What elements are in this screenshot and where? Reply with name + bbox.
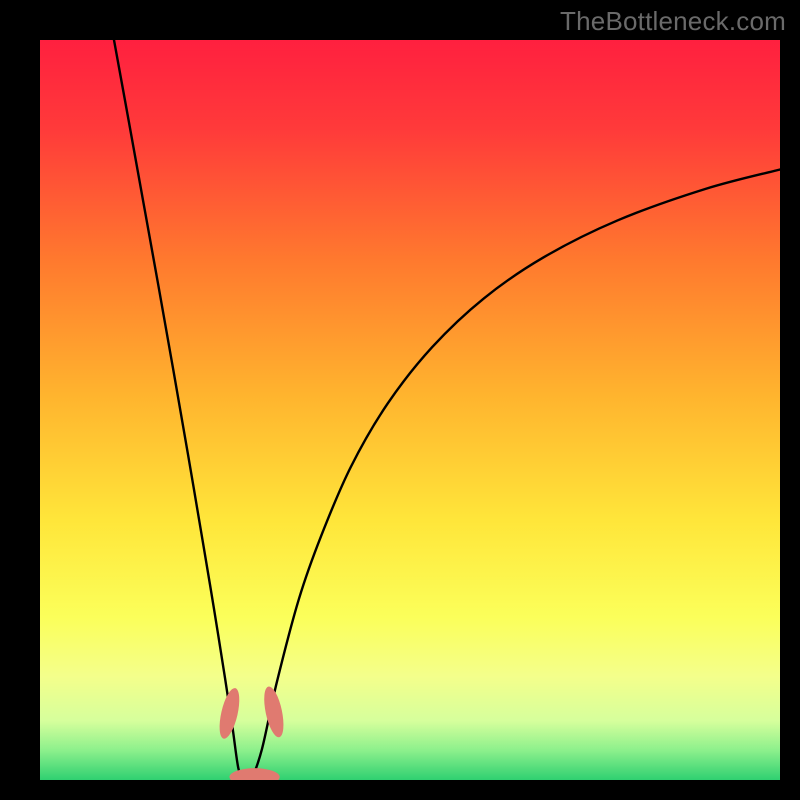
curve-left-branch	[114, 40, 246, 780]
watermark-text: TheBottleneck.com	[560, 6, 786, 37]
chart-frame: TheBottleneck.com	[0, 0, 800, 800]
plot-area	[40, 40, 780, 780]
marker-left-pair	[216, 686, 244, 740]
marker-right-pair	[260, 685, 287, 739]
curves-layer	[40, 40, 780, 780]
marker-bottom-blob	[229, 768, 279, 780]
curve-right-branch	[246, 170, 780, 781]
markers-group	[216, 685, 288, 780]
